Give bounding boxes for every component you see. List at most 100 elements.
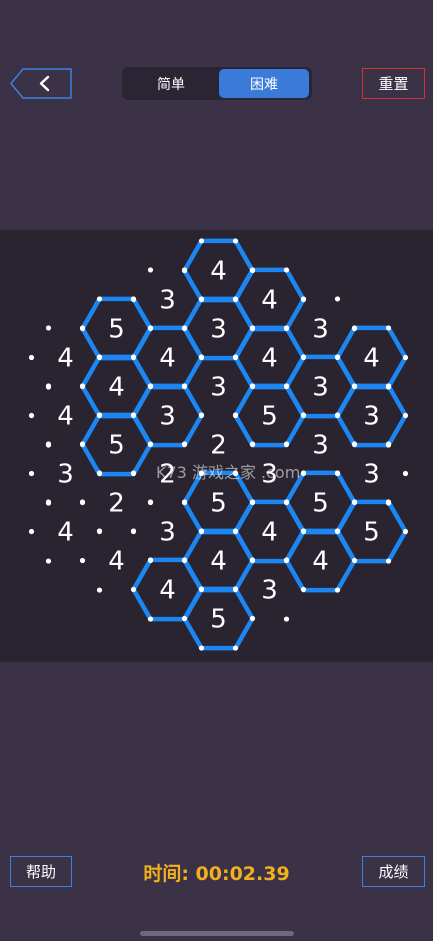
grid-dot[interactable] xyxy=(147,499,154,505)
reset-button[interactable]: 重置 xyxy=(362,68,425,99)
grid-dot[interactable] xyxy=(249,325,256,331)
grid-dot[interactable] xyxy=(249,383,256,389)
grid-dot[interactable] xyxy=(249,615,256,622)
hex-grid[interactable]: 43 45 3 34 4 4 44 3 34 3 5 35 2 33 2 3 32 5 54 3 4 54 4 44 35K73… xyxy=(0,230,433,662)
grid-dot[interactable] xyxy=(351,499,358,505)
grid-dot[interactable] xyxy=(130,412,137,418)
grid-dot[interactable] xyxy=(300,586,307,593)
grid-dot[interactable] xyxy=(300,412,307,418)
grid-dot[interactable] xyxy=(351,383,358,389)
grid-dot[interactable] xyxy=(45,441,52,447)
grid-dot[interactable] xyxy=(147,267,154,273)
grid-dot[interactable] xyxy=(402,354,409,361)
grid-dot[interactable] xyxy=(232,296,239,302)
grid-dot[interactable] xyxy=(249,557,256,563)
score-button[interactable]: 成绩 xyxy=(362,856,425,887)
grid-dot[interactable] xyxy=(147,383,154,389)
grid-dot[interactable] xyxy=(79,557,86,564)
grid-dot[interactable] xyxy=(402,470,409,477)
grid-dot[interactable] xyxy=(249,441,256,447)
grid-dot[interactable] xyxy=(385,383,392,389)
grid-dot[interactable] xyxy=(334,587,341,593)
back-button[interactable] xyxy=(10,68,72,99)
grid-dot[interactable] xyxy=(351,441,358,447)
grid-dot[interactable] xyxy=(181,441,188,447)
grid-dot[interactable] xyxy=(130,528,137,534)
grid-dot[interactable] xyxy=(45,558,52,564)
grid-dot[interactable] xyxy=(28,470,35,477)
grid-dot[interactable] xyxy=(249,499,256,505)
grid-dot[interactable] xyxy=(130,586,137,593)
grid-dot[interactable] xyxy=(96,296,103,302)
grid-dot[interactable] xyxy=(385,558,392,564)
grid-dot[interactable] xyxy=(249,267,256,273)
grid-dot[interactable] xyxy=(96,470,103,476)
grid-dot[interactable] xyxy=(198,296,205,302)
grid-dot[interactable] xyxy=(283,267,290,273)
grid-dot[interactable] xyxy=(45,325,52,331)
grid-dot[interactable] xyxy=(181,499,188,505)
grid-dot[interactable] xyxy=(198,238,205,244)
grid-dot[interactable] xyxy=(232,354,239,360)
grid-dot[interactable] xyxy=(79,441,86,447)
grid-dot[interactable] xyxy=(334,354,341,360)
grid-dot[interactable] xyxy=(232,645,239,651)
grid-dot[interactable] xyxy=(198,586,205,592)
grid-dot[interactable] xyxy=(232,528,239,534)
grid-dot[interactable] xyxy=(283,325,290,331)
grid-dot[interactable] xyxy=(300,470,307,476)
grid-dot[interactable] xyxy=(130,354,137,360)
grid-dot[interactable] xyxy=(181,557,188,563)
grid-dot[interactable] xyxy=(45,383,52,389)
tab-hard[interactable]: 困难 xyxy=(219,69,309,98)
grid-dot[interactable] xyxy=(147,557,154,563)
grid-dot[interactable] xyxy=(198,528,205,534)
tab-easy[interactable]: 简单 xyxy=(126,69,216,98)
grid-dot[interactable] xyxy=(198,354,205,360)
grid-dot[interactable] xyxy=(334,296,341,302)
grid-dot[interactable] xyxy=(283,383,290,389)
grid-dot[interactable] xyxy=(147,616,154,622)
grid-dot[interactable] xyxy=(96,412,103,418)
grid-dot[interactable] xyxy=(28,412,35,419)
grid-dot[interactable] xyxy=(181,383,188,389)
grid-dot[interactable] xyxy=(96,587,103,593)
grid-dot[interactable] xyxy=(385,325,392,331)
grid-dot[interactable] xyxy=(300,528,307,534)
grid-dot[interactable] xyxy=(334,528,341,534)
grid-dot[interactable] xyxy=(232,412,239,418)
grid-dot[interactable] xyxy=(300,296,307,302)
grid-dot[interactable] xyxy=(181,267,188,273)
grid-dot[interactable] xyxy=(402,528,409,535)
grid-dot[interactable] xyxy=(96,528,103,534)
grid-dot[interactable] xyxy=(283,557,290,563)
grid-dot[interactable] xyxy=(28,354,35,361)
grid-dot[interactable] xyxy=(283,499,290,505)
grid-dot[interactable] xyxy=(96,354,103,360)
grid-dot[interactable] xyxy=(130,296,137,302)
grid-dot[interactable] xyxy=(232,238,239,244)
grid-dot[interactable] xyxy=(300,354,307,360)
grid-dot[interactable] xyxy=(45,499,52,505)
grid-dot[interactable] xyxy=(351,557,358,564)
grid-dot[interactable] xyxy=(181,325,188,331)
grid-dot[interactable] xyxy=(402,412,409,419)
grid-dot[interactable] xyxy=(130,470,137,476)
grid-dot[interactable] xyxy=(232,586,239,592)
grid-dot[interactable] xyxy=(334,470,341,476)
grid-dot[interactable] xyxy=(334,412,341,418)
grid-dot[interactable] xyxy=(198,645,205,651)
grid-dot[interactable] xyxy=(283,441,290,447)
grid-dot[interactable] xyxy=(385,441,392,447)
grid-dot[interactable] xyxy=(198,412,205,418)
help-button[interactable]: 帮助 xyxy=(10,856,72,887)
grid-dot[interactable] xyxy=(79,325,86,331)
grid-dot[interactable] xyxy=(351,325,358,331)
grid-dot[interactable] xyxy=(147,325,154,331)
grid-dot[interactable] xyxy=(385,499,392,505)
grid-dot[interactable] xyxy=(181,615,188,622)
grid-dot[interactable] xyxy=(79,383,86,389)
grid-dot[interactable] xyxy=(79,499,86,505)
grid-dot[interactable] xyxy=(283,616,290,622)
grid-dot[interactable] xyxy=(28,528,35,535)
